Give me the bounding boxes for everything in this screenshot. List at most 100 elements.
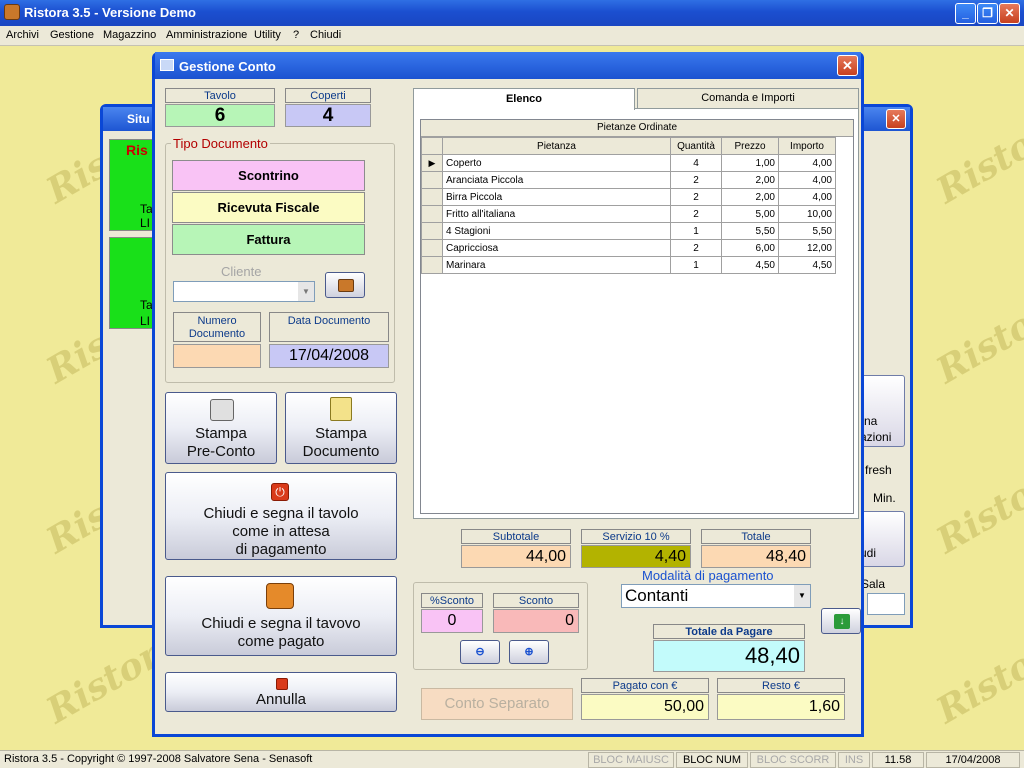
cell-importo: 12,00 <box>778 239 836 257</box>
tile-title: Ris <box>126 142 148 158</box>
table-row[interactable]: Birra Piccola 2 2,00 4,00 <box>421 188 836 206</box>
table-row[interactable]: Aranciata Piccola 2 2,00 4,00 <box>421 171 836 189</box>
tile-label: Ta <box>140 202 153 216</box>
cell-quantita: 1 <box>670 222 722 240</box>
minimize-button[interactable]: _ <box>955 3 976 24</box>
cell-prezzo: 5,00 <box>721 205 779 223</box>
data-documento-label: Data Documento <box>269 312 389 342</box>
btn-line: come pagato <box>237 633 325 650</box>
elenco-panel: Pietanze Ordinate Pietanza Quantità Prez… <box>413 108 859 519</box>
table-row[interactable]: Capricciosa 2 6,00 12,00 <box>421 239 836 257</box>
dialog-title: Gestione Conto <box>179 59 276 74</box>
num-lock-indicator: BLOC NUM <box>676 752 748 768</box>
watermark: Ristora <box>929 452 1024 562</box>
fattura-button[interactable]: Fattura <box>172 224 365 255</box>
menu-archivi[interactable]: Archivi <box>6 29 39 41</box>
minus-button[interactable]: ⊖ <box>460 640 500 664</box>
annulla-button[interactable]: Annulla <box>165 672 397 712</box>
tab-comanda-importi[interactable]: Comanda e Importi <box>637 88 859 108</box>
background-close-button[interactable]: ✕ <box>886 109 906 129</box>
table-row[interactable]: ▶ Coperto 4 1,00 4,00 <box>421 154 836 172</box>
cell-quantita: 1 <box>670 256 722 274</box>
column-header[interactable]: Pietanza <box>442 137 671 155</box>
chiudi-pagato-button[interactable]: Chiudi e segna il tavovo come pagato <box>165 576 397 656</box>
menu-chiudi[interactable]: Chiudi <box>310 29 341 41</box>
sala-select[interactable] <box>867 593 905 615</box>
chevron-down-icon[interactable]: ▼ <box>794 585 810 607</box>
table-row[interactable]: Marinara 1 4,50 4,50 <box>421 256 836 274</box>
power-icon: ⏻ <box>271 483 289 501</box>
chevron-down-icon[interactable]: ▼ <box>298 282 314 301</box>
subtotale-label: Subtotale <box>461 529 571 544</box>
numero-documento-field[interactable] <box>173 344 261 368</box>
cell-importo: 4,00 <box>778 188 836 206</box>
table-row[interactable]: 4 Stagioni 1 5,50 5,50 <box>421 222 836 240</box>
pagato-label: Pagato con € <box>581 678 709 693</box>
stampa-documento-button[interactable]: Stampa Documento <box>285 392 397 464</box>
pagato-field[interactable]: 50,00 <box>581 694 709 720</box>
btn-line: Stampa <box>315 425 367 442</box>
tile-label: Ta <box>140 298 153 312</box>
row-indicator: ▶ <box>421 154 443 172</box>
subtotale-value: 44,00 <box>461 545 571 568</box>
servizio-value: 4,40 <box>581 545 691 568</box>
menu-amministrazione[interactable]: Amministrazione <box>166 29 247 41</box>
ricevuta-fiscale-button[interactable]: Ricevuta Fiscale <box>172 192 365 223</box>
minus-icon: ⊖ <box>475 646 485 658</box>
data-documento-field[interactable]: 17/04/2008 <box>269 344 389 368</box>
totale-pagare-label: Totale da Pagare <box>653 624 805 639</box>
totale-label: Totale <box>701 529 811 544</box>
percent-sconto-label: %Sconto <box>421 593 483 608</box>
cell-prezzo: 2,00 <box>721 171 779 189</box>
column-header[interactable]: Quantità <box>670 137 722 155</box>
cliente-label: Cliente <box>221 264 262 279</box>
coperti-label: Coperti <box>285 88 371 103</box>
tab-elenco[interactable]: Elenco <box>413 88 635 110</box>
menu-help[interactable]: ? <box>293 29 299 41</box>
scontrino-button[interactable]: Scontrino <box>172 160 365 191</box>
chiudi-attesa-button[interactable]: ⏻ Chiudi e segna il tavolo come in attes… <box>165 472 397 560</box>
menu-utility[interactable]: Utility <box>254 29 281 41</box>
modalita-label: Modalità di pagamento <box>642 568 774 583</box>
tavolo-value: 6 <box>165 104 275 127</box>
modalita-select[interactable]: Contanti ▼ <box>621 584 811 608</box>
min-label: Min. <box>873 491 896 505</box>
resto-label: Resto € <box>717 678 845 693</box>
numero-documento-label: Numero Documento <box>173 312 261 342</box>
btn-line: Stampa <box>195 425 247 442</box>
conferma-button[interactable]: ↓ <box>821 608 861 634</box>
table-tile[interactable]: Ta LI <box>109 237 157 329</box>
tavolo-label: Tavolo <box>165 88 275 103</box>
close-button[interactable]: ✕ <box>999 3 1020 24</box>
cell-importo: 10,00 <box>778 205 836 223</box>
scroll-lock-indicator: BLOC SCORR <box>750 752 836 768</box>
column-header[interactable]: Importo <box>778 137 836 155</box>
cell-prezzo: 4,50 <box>721 256 779 274</box>
cerca-cliente-button[interactable] <box>325 272 365 298</box>
tipo-documento-label: Tipo Documento <box>171 136 270 151</box>
dialog-close-button[interactable]: ✕ <box>837 55 858 76</box>
column-header[interactable]: Prezzo <box>721 137 779 155</box>
plus-button[interactable]: ⊕ <box>509 640 549 664</box>
gestione-conto-dialog: Gestione Conto ✕ Tavolo 6 Coperti 4 Tipo… <box>152 52 864 737</box>
stampa-preconto-button[interactable]: Stampa Pre-Conto <box>165 392 277 464</box>
cell-pietanza: Coperto <box>442 154 671 172</box>
cell-prezzo: 1,00 <box>721 154 779 172</box>
cell-prezzo: 2,00 <box>721 188 779 206</box>
row-indicator <box>421 256 443 274</box>
menu-magazzino[interactable]: Magazzino <box>103 29 156 41</box>
table-row[interactable]: Fritto all'italiana 2 5,00 10,00 <box>421 205 836 223</box>
sconto-field[interactable]: 0 <box>493 609 579 633</box>
totale-pagare-value: 48,40 <box>653 640 805 672</box>
menu-gestione[interactable]: Gestione <box>50 29 94 41</box>
conto-separato-button[interactable]: Conto Separato <box>421 688 573 720</box>
client-icon <box>338 279 354 292</box>
resto-value: 1,60 <box>717 694 845 720</box>
watermark: Ristora <box>929 102 1024 212</box>
grid-title: Pietanze Ordinate <box>421 120 853 137</box>
cell-importo: 4,50 <box>778 256 836 274</box>
percent-sconto-field[interactable]: 0 <box>421 609 483 633</box>
cliente-select[interactable]: ▼ <box>173 281 315 302</box>
table-tile[interactable]: Ris Ta LI <box>109 139 157 231</box>
restore-button[interactable]: ❐ <box>977 3 998 24</box>
